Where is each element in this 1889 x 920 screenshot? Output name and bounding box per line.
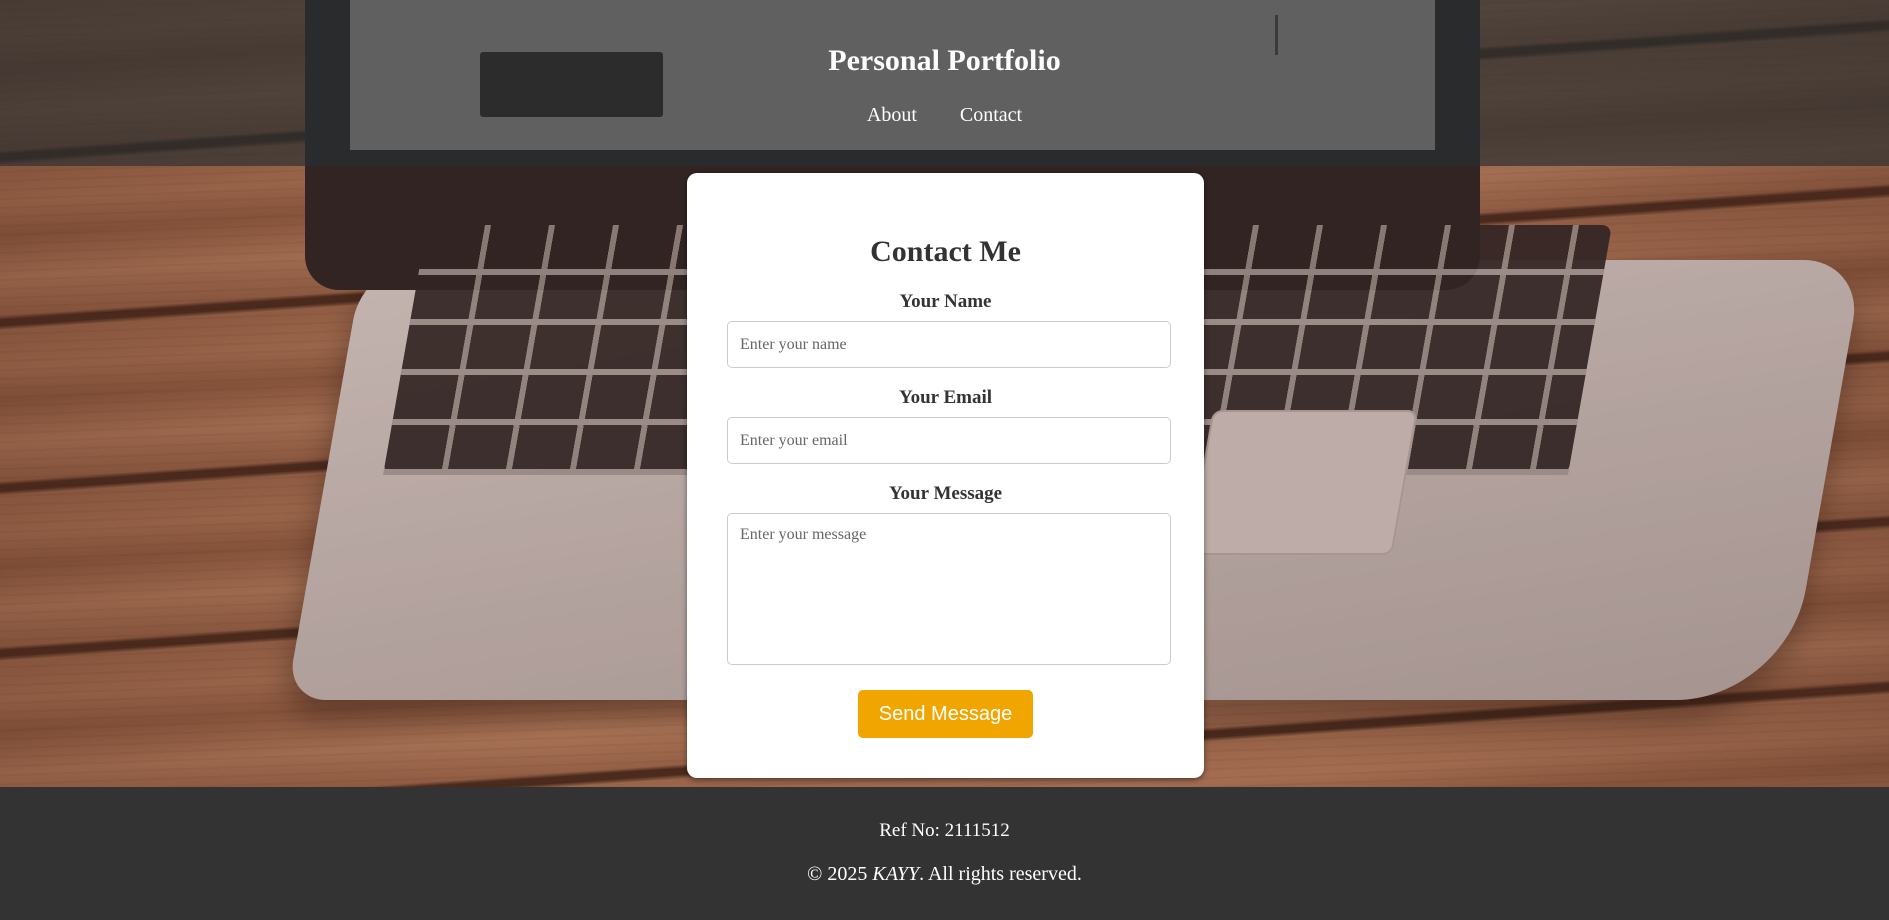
message-textarea[interactable] — [727, 513, 1171, 665]
copyright-prefix: © 2025 — [807, 863, 873, 885]
name-label: Your Name — [899, 291, 992, 312]
email-input[interactable] — [727, 417, 1171, 464]
nav-link-contact[interactable]: Contact — [960, 104, 1022, 127]
copyright-suffix: . All rights reserved. — [919, 863, 1082, 885]
copyright-text: © 2025 KAYY. All rights reserved. — [0, 863, 1889, 886]
site-footer: Ref No: 2111512 © 2025 KAYY. All rights … — [0, 787, 1889, 920]
send-message-button[interactable]: Send Message — [858, 690, 1033, 738]
name-input[interactable] — [727, 321, 1171, 368]
nav-link-about[interactable]: About — [867, 104, 917, 127]
ref-number: Ref No: 2111512 — [879, 820, 1010, 841]
contact-form-card: Contact Me Your Name Your Email Your Mes… — [687, 173, 1204, 778]
copyright-name: KAYY — [872, 863, 920, 885]
message-label: Your Message — [888, 483, 1003, 504]
main-nav: About Contact — [0, 104, 1889, 127]
email-label: Your Email — [898, 387, 993, 408]
contact-heading: Contact Me — [870, 235, 1021, 268]
site-header: Personal Portfolio About Contact — [0, 0, 1889, 166]
site-title: Personal Portfolio — [828, 44, 1061, 77]
